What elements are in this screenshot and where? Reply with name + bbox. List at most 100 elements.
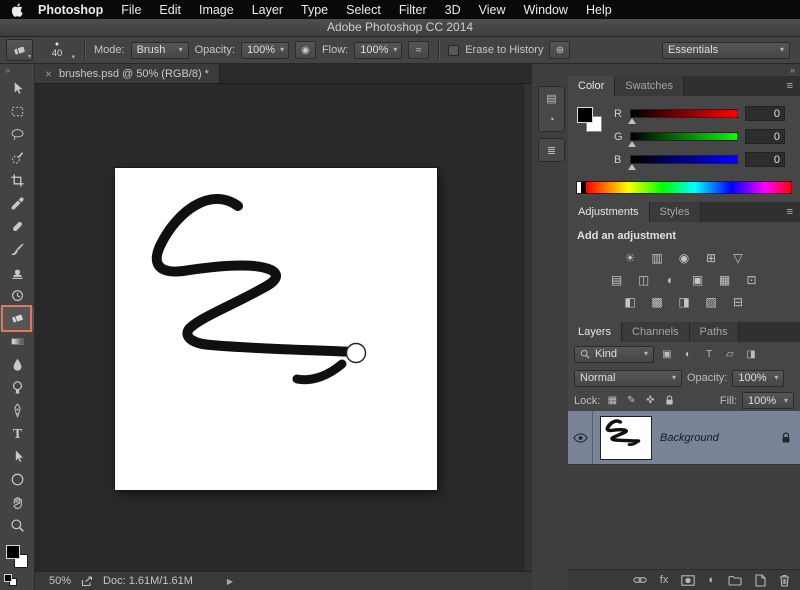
pressure-size-button[interactable]: ⊛ xyxy=(549,41,570,59)
path-selection-tool[interactable] xyxy=(0,445,34,468)
layer-opacity-select[interactable]: 100% ▾ xyxy=(732,370,784,387)
eraser-tool[interactable] xyxy=(0,307,34,330)
green-value[interactable]: 0 xyxy=(745,129,785,144)
hand-tool[interactable] xyxy=(0,491,34,514)
filter-smart-objects-icon[interactable]: ◨ xyxy=(743,346,759,362)
fill-select[interactable]: 100% ▾ xyxy=(742,392,794,409)
brush-preset-picker[interactable]: ● 40 ▾ xyxy=(39,39,75,62)
history-brush-tool[interactable] xyxy=(0,284,34,307)
tab-channels[interactable]: Channels xyxy=(622,322,689,342)
document-tab[interactable]: × brushes.psd @ 50% (RGB/8) * xyxy=(35,64,220,83)
panel-menu-icon[interactable]: ≡ xyxy=(787,76,800,96)
menu-item-3d[interactable]: 3D xyxy=(436,3,470,17)
pressure-opacity-button[interactable]: ◉ xyxy=(295,41,316,59)
lock-pixels-button[interactable]: ✎ xyxy=(624,394,638,408)
export-arrow-icon[interactable] xyxy=(81,576,93,587)
properties-panel-button[interactable]: ◔ xyxy=(539,109,564,131)
link-layers-button[interactable] xyxy=(633,576,647,584)
hue-saturation-icon[interactable]: ▤ xyxy=(608,272,626,287)
blue-value[interactable]: 0 xyxy=(745,152,785,167)
default-colors-icon[interactable] xyxy=(4,574,20,588)
toolbar-expand-icon[interactable]: » xyxy=(0,64,34,77)
canvas-area[interactable]: 50% Doc: 1.61M/1.61M ▶ xyxy=(35,84,532,590)
blue-slider-thumb[interactable] xyxy=(628,164,636,170)
tab-color[interactable]: Color xyxy=(568,76,615,96)
filter-adjustment-layers-icon[interactable]: ◐ xyxy=(680,346,696,362)
erase-to-history-checkbox[interactable] xyxy=(448,45,459,56)
move-tool[interactable] xyxy=(0,77,34,100)
new-group-button[interactable] xyxy=(728,575,742,586)
zoom-tool[interactable] xyxy=(0,514,34,537)
menu-item-layer[interactable]: Layer xyxy=(243,3,292,17)
delete-layer-button[interactable] xyxy=(779,574,790,587)
threshold-icon[interactable]: ◨ xyxy=(675,294,693,309)
apple-menu-icon[interactable] xyxy=(12,3,24,17)
menu-item-photoshop[interactable]: Photoshop xyxy=(34,3,112,17)
airbrush-button[interactable]: ≈ xyxy=(408,41,429,59)
brush-tool[interactable] xyxy=(0,238,34,261)
color-balance-icon[interactable]: ◫ xyxy=(635,272,653,287)
mode-select[interactable]: Brush ▾ xyxy=(131,42,189,59)
pen-tool[interactable] xyxy=(0,399,34,422)
gradient-tool[interactable] xyxy=(0,330,34,353)
posterize-icon[interactable]: ▩ xyxy=(648,294,666,309)
red-value[interactable]: 0 xyxy=(745,106,785,121)
menu-item-select[interactable]: Select xyxy=(337,3,390,17)
status-popup-icon[interactable]: ▶ xyxy=(227,577,233,586)
color-spectrum-ramp[interactable] xyxy=(576,181,792,194)
menu-item-window[interactable]: Window xyxy=(515,3,577,17)
red-slider[interactable] xyxy=(630,109,738,118)
document-canvas[interactable] xyxy=(115,168,437,490)
panel-menu-icon[interactable]: ≡ xyxy=(787,202,800,222)
type-tool[interactable]: T xyxy=(0,422,34,445)
brightness-contrast-icon[interactable]: ☀ xyxy=(621,250,639,265)
menu-item-filter[interactable]: Filter xyxy=(390,3,436,17)
crop-tool[interactable] xyxy=(0,169,34,192)
zoom-level[interactable]: 50% xyxy=(49,575,71,587)
green-slider-thumb[interactable] xyxy=(628,141,636,147)
history-panel-button[interactable]: ▤ xyxy=(539,87,564,109)
lock-transparent-button[interactable]: ▦ xyxy=(605,394,619,408)
tab-paths[interactable]: Paths xyxy=(690,322,739,342)
levels-icon[interactable]: ▥ xyxy=(648,250,666,265)
menu-item-image[interactable]: Image xyxy=(190,3,243,17)
color-lookup-icon[interactable]: ⊡ xyxy=(743,272,761,287)
menu-item-help[interactable]: Help xyxy=(577,3,621,17)
selective-color-icon[interactable]: ⊟ xyxy=(729,294,747,309)
rectangular-marquee-tool[interactable] xyxy=(0,100,34,123)
black-white-icon[interactable]: ◐ xyxy=(662,272,680,287)
layer-row-background[interactable]: Background xyxy=(568,411,800,465)
collapse-panels-icon[interactable]: » xyxy=(790,65,795,75)
spot-healing-brush-tool[interactable] xyxy=(0,215,34,238)
layer-name[interactable]: Background xyxy=(660,432,781,444)
menu-item-edit[interactable]: Edit xyxy=(150,3,190,17)
menu-item-file[interactable]: File xyxy=(112,3,150,17)
blue-slider[interactable] xyxy=(630,155,738,164)
invert-icon[interactable]: ◧ xyxy=(621,294,639,309)
new-layer-button[interactable] xyxy=(755,574,766,587)
lock-position-button[interactable]: ✜ xyxy=(643,394,657,408)
tab-styles[interactable]: Styles xyxy=(650,202,701,222)
info-panel-button[interactable]: ≣ xyxy=(539,139,564,161)
menu-item-type[interactable]: Type xyxy=(292,3,337,17)
green-slider[interactable] xyxy=(630,132,738,141)
filter-pixel-layers-icon[interactable]: ▣ xyxy=(659,346,675,362)
tab-swatches[interactable]: Swatches xyxy=(615,76,684,96)
exposure-icon[interactable]: ⊞ xyxy=(702,250,720,265)
flow-select[interactable]: 100% ▾ xyxy=(354,42,402,59)
opacity-select[interactable]: 100% ▾ xyxy=(241,42,289,59)
curves-icon[interactable]: ◉ xyxy=(675,250,693,265)
panel-foreground-swatch[interactable] xyxy=(577,107,593,123)
filter-kind-select[interactable]: Kind ▾ xyxy=(574,346,654,363)
workspace-select[interactable]: Essentials ▾ xyxy=(662,42,790,59)
tool-preset-picker[interactable]: ▾ xyxy=(6,39,33,61)
panel-fg-bg-swatches[interactable] xyxy=(577,107,607,137)
red-slider-thumb[interactable] xyxy=(628,118,636,124)
filter-type-layers-icon[interactable]: T xyxy=(701,346,717,362)
blend-mode-select[interactable]: Normal ▾ xyxy=(574,370,682,387)
tab-layers[interactable]: Layers xyxy=(568,322,622,342)
new-adjustment-layer-button[interactable]: ◐ xyxy=(708,574,715,586)
doc-size-info[interactable]: Doc: 1.61M/1.61M xyxy=(103,575,193,587)
ellipse-tool[interactable] xyxy=(0,468,34,491)
lasso-tool[interactable] xyxy=(0,123,34,146)
